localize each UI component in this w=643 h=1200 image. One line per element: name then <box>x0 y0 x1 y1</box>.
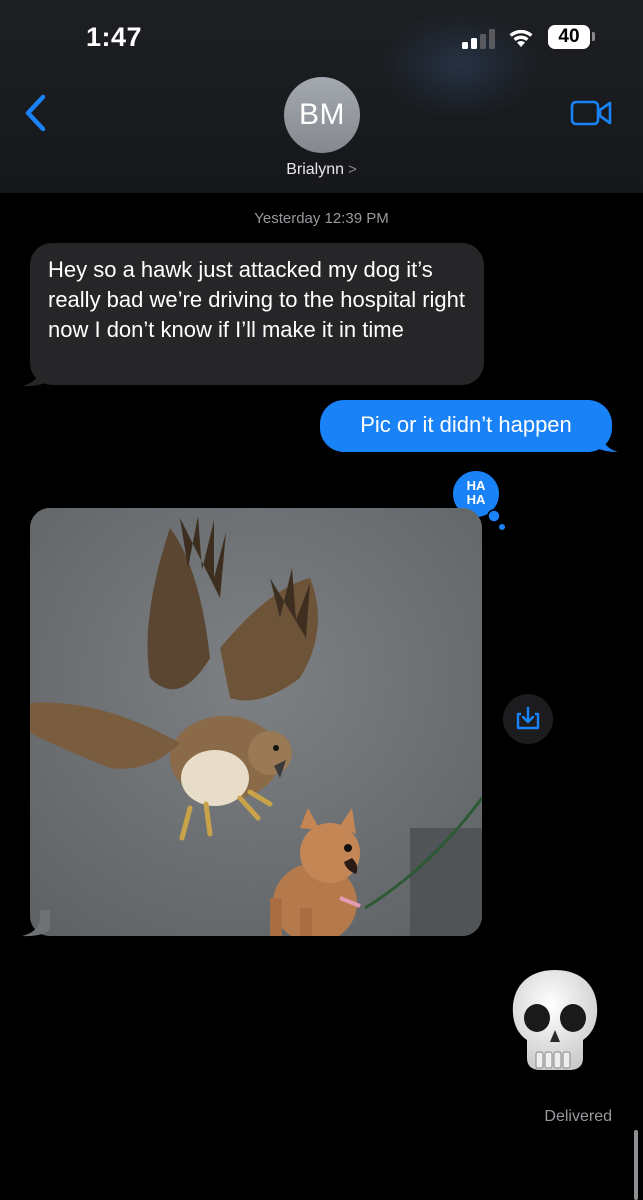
hawk-dog-photo[interactable] <box>30 508 482 936</box>
message-timestamp: Yesterday 12:39 PM <box>254 210 389 227</box>
incoming-message-text: Hey so a hawk just attacked my dog it’s … <box>48 257 466 342</box>
wifi-icon <box>509 29 533 47</box>
video-camera-icon[interactable] <box>570 98 612 128</box>
save-download-icon <box>516 706 540 730</box>
save-photo-button[interactable] <box>503 694 553 744</box>
conversation-header: 1:47 40 BM Brialynn > <box>0 0 643 193</box>
skull-emoji-icon[interactable] <box>505 966 605 1082</box>
status-time: 1:47 <box>86 22 143 52</box>
contact-avatar[interactable]: BM <box>284 77 360 153</box>
photo-bubble-tail <box>22 910 50 937</box>
delivered-status: Delivered <box>544 1108 612 1125</box>
battery-tip <box>592 32 595 41</box>
outgoing-message-text: Pic or it didn’t happen <box>360 412 572 437</box>
outgoing-message-bubble[interactable]: Pic or it didn’t happen <box>320 400 612 452</box>
scrollbar[interactable] <box>634 1130 638 1200</box>
incoming-bubble-tail <box>22 360 50 387</box>
battery-level: 40 <box>548 25 590 49</box>
outgoing-bubble-tail <box>590 426 618 452</box>
photo-illustration <box>30 508 482 936</box>
incoming-message-bubble[interactable]: Hey so a hawk just attacked my dog it’s … <box>30 243 484 385</box>
svg-text:HA: HA <box>467 492 486 507</box>
chevron-left-icon[interactable] <box>22 94 48 132</box>
haha-reaction-text: HA <box>467 478 486 493</box>
cellular-signal-icon <box>462 29 496 49</box>
contact-name[interactable]: Brialynn <box>286 161 344 178</box>
contact-name-row[interactable]: Brialynn > <box>0 161 643 179</box>
chevron-right-icon: > <box>348 161 357 178</box>
